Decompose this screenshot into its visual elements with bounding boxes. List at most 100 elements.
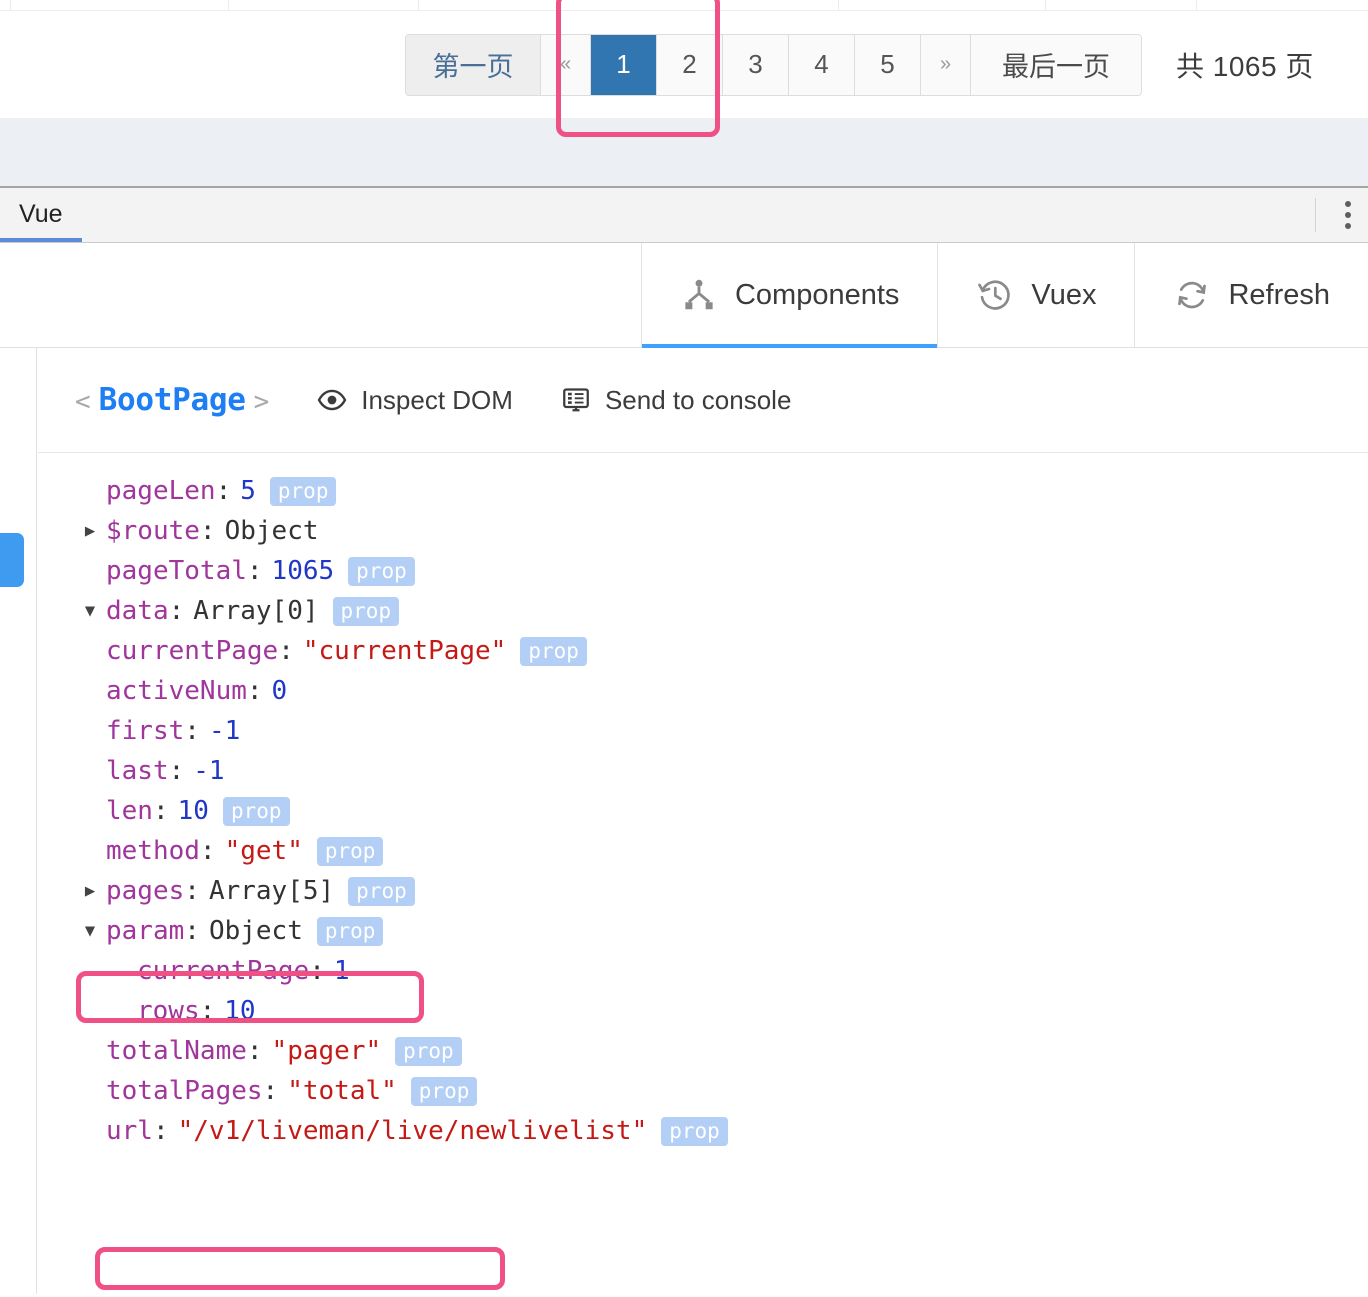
property-key: rows (137, 996, 200, 1026)
property-value: Array[5] (208, 876, 335, 906)
property-list: pageLen:5 prop ▶ $route: Object pageTotal:106… (38, 453, 1368, 1151)
property-value: 5 (240, 476, 256, 506)
property-row[interactable]: last: -1 (38, 751, 1368, 791)
pager-first-page-button[interactable]: 第一页 (406, 34, 541, 95)
pager-page-1[interactable]: 1 (591, 34, 657, 95)
pager-page-4[interactable]: 4 (789, 34, 855, 95)
property-colon: : (184, 716, 200, 746)
property-row[interactable]: ▶ pages: Array[5] prop (38, 871, 1368, 911)
property-row[interactable]: totalName: "pager" prop (38, 1031, 1368, 1071)
pager-next-button[interactable]: » (921, 34, 971, 95)
property-row[interactable]: currentPage:1 (38, 951, 1368, 991)
property-colon: : (152, 1116, 169, 1146)
property-row[interactable]: activeNum:0 (38, 671, 1368, 711)
pagination-bar: 第一页 « 1 2 3 4 5 » 最后一页 共 1065 页 (0, 11, 1368, 118)
inspector-header: < BootPage > Inspect DOM Send to console (38, 348, 1368, 453)
kebab-menu-icon[interactable] (1328, 187, 1368, 242)
property-row[interactable]: pageTotal:1065 prop (38, 551, 1368, 591)
prop-badge: prop (332, 596, 400, 626)
component-tree-rail (0, 348, 37, 1294)
tab-vuex[interactable]: Vuex (937, 243, 1135, 347)
pager-page-3[interactable]: 3 (723, 34, 789, 95)
property-row[interactable]: first: -1 (38, 711, 1368, 751)
property-row[interactable]: totalPages: "total" prop (38, 1071, 1368, 1111)
open-angle: < (75, 387, 91, 417)
property-colon: : (199, 516, 216, 546)
console-icon (561, 385, 591, 415)
prop-badge: prop (520, 636, 587, 666)
property-value: "pager" (271, 1036, 382, 1066)
pager-prev-button[interactable]: « (541, 34, 591, 95)
property-key: activeNum (106, 676, 247, 706)
property-value: 0 (271, 676, 288, 706)
clock-history-icon (976, 276, 1014, 314)
property-key: pageTotal (106, 556, 247, 586)
property-key: len (106, 796, 153, 826)
property-row[interactable]: method: "get" prop (38, 831, 1368, 871)
property-row[interactable]: ▶ $route: Object (38, 511, 1368, 551)
pager-page-5[interactable]: 5 (855, 34, 921, 95)
property-row[interactable]: currentPage: "currentPage" prop (38, 631, 1368, 671)
property-row[interactable]: ▼ data: Array[0] prop (38, 591, 1368, 631)
property-colon: : (199, 996, 216, 1026)
property-key: pages (106, 876, 185, 906)
property-value: "/v1/liveman/live/newlivelist" (177, 1116, 648, 1146)
tab-refresh[interactable]: Refresh (1134, 243, 1368, 347)
prop-badge: prop (348, 556, 415, 586)
prop-badge: prop (348, 876, 415, 906)
page-spacer-band (0, 118, 1368, 188)
property-key: pageLen (106, 476, 216, 506)
send-to-console-label: Send to console (604, 384, 792, 415)
property-row[interactable]: ▼ param: Object prop (38, 911, 1368, 951)
devtools-panel: Vue Components Vuex Refresh < BootPage >… (0, 188, 1368, 1295)
table-column-divider (228, 0, 229, 11)
property-row[interactable]: pageLen:5 prop (38, 471, 1368, 511)
property-colon: : (184, 876, 200, 906)
property-value: 10 (177, 796, 209, 826)
pager-page-2[interactable]: 2 (657, 34, 723, 95)
chevron-down-icon[interactable]: ▼ (80, 911, 100, 951)
component-name-label: BootPage (98, 382, 246, 418)
table-header-strip (0, 0, 1368, 11)
tabbar-divider (1315, 197, 1316, 232)
property-colon: : (184, 916, 200, 946)
property-value: "total" (287, 1076, 397, 1106)
property-key: currentPage (106, 636, 279, 666)
table-column-divider (1045, 0, 1046, 11)
property-value: 1065 (271, 556, 335, 586)
property-colon: : (168, 756, 185, 786)
property-value: Array[0] (193, 596, 319, 626)
property-value: 10 (224, 996, 256, 1026)
prop-badge: prop (269, 476, 337, 506)
prop-badge: prop (661, 1116, 728, 1146)
property-colon: : (246, 556, 263, 586)
property-row[interactable]: url: "/v1/liveman/live/newlivelist" prop (38, 1111, 1368, 1151)
property-colon: : (278, 636, 294, 666)
tab-components[interactable]: Components (640, 243, 938, 348)
property-colon: : (262, 1076, 279, 1106)
property-value: "get" (224, 836, 303, 866)
devtools-tabbar: Vue (0, 188, 1368, 243)
devtools-tab-vue[interactable]: Vue (0, 187, 82, 242)
send-to-console-button[interactable]: Send to console (561, 385, 791, 416)
tab-vuex-label: Vuex (1031, 278, 1097, 311)
eye-icon (317, 385, 347, 415)
devtools-body: < BootPage > Inspect DOM Send to console… (0, 348, 1368, 1294)
prop-badge: prop (395, 1036, 462, 1066)
close-angle: > (253, 387, 270, 417)
property-value: 1 (333, 956, 350, 986)
devtools-tabbar-right (1315, 187, 1368, 242)
inspect-dom-button[interactable]: Inspect DOM (317, 385, 513, 416)
selected-component-marker[interactable] (0, 533, 24, 587)
chevron-right-icon[interactable]: ▶ (80, 511, 100, 551)
pager-last-page-button[interactable]: 最后一页 (971, 34, 1141, 95)
refresh-icon (1173, 276, 1211, 314)
prop-badge: prop (316, 916, 384, 946)
property-key: method (106, 836, 200, 866)
chevron-right-icon[interactable]: ▶ (80, 871, 100, 911)
prop-badge: prop (410, 1076, 478, 1106)
property-row[interactable]: len:10 prop (38, 791, 1368, 831)
property-row[interactable]: rows:10 (38, 991, 1368, 1031)
chevron-down-icon[interactable]: ▼ (80, 591, 100, 631)
property-key: url (106, 1116, 153, 1146)
